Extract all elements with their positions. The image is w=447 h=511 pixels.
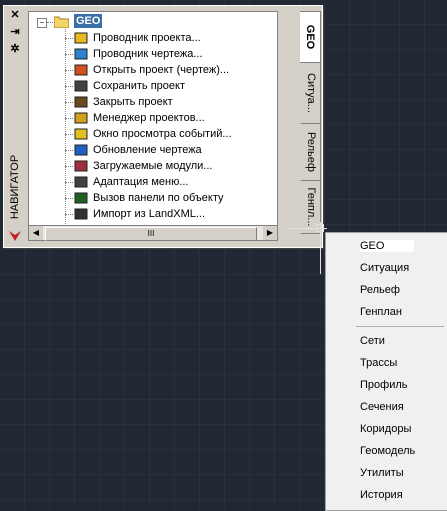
menu-item[interactable]: Сечения <box>326 397 447 418</box>
palette-titlebar[interactable]: ✕ ⇥ ✲ НАВИГАТОР <box>4 6 26 247</box>
scroll-thumb[interactable]: III <box>45 227 257 241</box>
refresh-drawing-icon <box>74 143 89 157</box>
tree-item[interactable]: Окно просмотра событий... <box>29 126 269 142</box>
tree-item-label: Проводник проекта... <box>93 32 201 44</box>
menu-item[interactable]: Геомодель <box>326 441 447 462</box>
tree-item-label: Загружаемые модули... <box>93 160 213 172</box>
menu-item-label: Утилиты <box>360 467 404 479</box>
menu-item-label: Профиль <box>360 379 408 391</box>
crosshair-pickbox <box>316 224 324 232</box>
menu-item[interactable]: Утилиты <box>326 463 447 484</box>
open-project-icon <box>74 63 89 77</box>
tree-item-label: Обновление чертежа <box>93 144 202 156</box>
menu-item[interactable]: Ситуация <box>326 258 447 279</box>
scroll-left-icon[interactable]: ◀ <box>29 226 43 240</box>
tree-item[interactable]: Закрыть проект <box>29 94 269 110</box>
drawing-explorer-icon <box>74 47 89 61</box>
menu-item-label: Коридоры <box>360 423 412 435</box>
tree-item[interactable]: Обновление чертежа <box>29 142 269 158</box>
menu-item-label: Трассы <box>360 357 398 369</box>
tree-root-label: GEO <box>74 14 103 28</box>
tree-item-label: Менеджер проектов... <box>93 112 205 124</box>
menu-item-label: Рельеф <box>360 284 400 296</box>
event-viewer-icon <box>74 127 89 141</box>
tree-item-label: Вызов панели по объекту <box>93 192 224 204</box>
menu-item[interactable]: Коридоры <box>326 419 447 440</box>
tree-item-label: Открыть проект (чертеж)... <box>93 64 230 76</box>
tree-item[interactable]: Адаптация меню... <box>29 174 269 190</box>
horizontal-scrollbar[interactable]: ◀ III ▶ <box>28 225 278 241</box>
palette-tab[interactable]: Рельеф <box>301 123 321 181</box>
menu-item-label: Сечения <box>360 401 404 413</box>
save-icon <box>74 79 89 93</box>
palette-tab[interactable]: GEO <box>300 11 321 63</box>
tree-item[interactable]: Проводник чертежа... <box>29 46 269 62</box>
menu-adapt-icon <box>74 175 89 189</box>
menu-item-label: Ситуация <box>360 262 410 274</box>
tree-item[interactable]: Сохранить проект <box>29 78 269 94</box>
modules-icon <box>74 159 89 173</box>
palette-tab-label: Генпл... <box>304 187 317 227</box>
tree-item-label: Сохранить проект <box>93 80 186 92</box>
navigator-palette: ✕ ⇥ ✲ НАВИГАТОР − GEO Проводник проекта.… <box>3 5 323 248</box>
tree-item[interactable]: Вызов панели по объекту <box>29 190 269 206</box>
navigator-tree[interactable]: − GEO Проводник проекта... Проводник черт… <box>28 11 278 236</box>
menu-separator <box>356 326 444 327</box>
menu-item[interactable]: Трассы <box>326 353 447 374</box>
tree-item-label: Окно просмотра событий... <box>93 128 232 140</box>
tree-item-label: Адаптация меню... <box>93 176 189 188</box>
project-explorer-icon <box>74 31 89 45</box>
close-icon[interactable]: ✕ <box>9 9 21 21</box>
collapse-icon[interactable]: − <box>37 18 47 28</box>
object-panel-icon <box>74 191 89 205</box>
menu-item[interactable]: Профиль <box>326 375 447 396</box>
menu-item-label: Сети <box>360 335 385 347</box>
palette-tab-label: Ситуа... <box>304 73 317 113</box>
import-landxml-icon <box>74 207 89 221</box>
palette-tab-label: Рельеф <box>304 132 317 172</box>
context-menu: GEO Ситуация Рельеф Генплан Сети Трассы Профил… <box>325 232 447 511</box>
palette-tabs: GEO Ситуа... Рельеф Генпл... <box>300 11 321 239</box>
menu-item[interactable]: История <box>326 485 447 506</box>
palette-tab-label: GEO <box>304 24 316 50</box>
tree-root[interactable]: − GEO <box>29 14 269 30</box>
menu-item[interactable]: Рельеф <box>326 280 447 301</box>
tree-item[interactable]: Импорт из LandXML... <box>29 206 269 222</box>
tree-item[interactable]: Проводник проекта... <box>29 30 269 46</box>
menu-item-label: Геомодель <box>360 445 416 457</box>
tree-item-label: Закрыть проект <box>93 96 173 108</box>
project-manager-icon <box>74 111 89 125</box>
menu-item-label: GEO <box>360 240 415 252</box>
tree-item[interactable]: Загружаемые модули... <box>29 158 269 174</box>
folder-icon <box>53 15 70 29</box>
tree-item[interactable]: Открыть проект (чертеж)... <box>29 62 269 78</box>
menu-item-label: Генплан <box>360 306 402 318</box>
tree-item-label: Проводник чертежа... <box>93 48 203 60</box>
menu-item[interactable]: Сети <box>326 331 447 352</box>
menu-item-label: История <box>360 489 403 501</box>
app-logo-icon <box>8 228 22 242</box>
properties-gear-icon[interactable]: ✲ <box>9 43 21 55</box>
close-project-icon <box>74 95 89 109</box>
menu-item[interactable]: GEO <box>326 236 447 257</box>
tree-item[interactable]: Менеджер проектов... <box>29 110 269 126</box>
tree-item-label: Импорт из LandXML... <box>93 208 206 220</box>
palette-title: НАВИГАТОР <box>9 154 21 220</box>
autohide-icon[interactable]: ⇥ <box>9 26 21 38</box>
scroll-right-icon[interactable]: ▶ <box>263 226 277 240</box>
palette-tab[interactable]: Ситуа... <box>301 62 321 124</box>
menu-item[interactable]: Генплан <box>326 302 447 323</box>
